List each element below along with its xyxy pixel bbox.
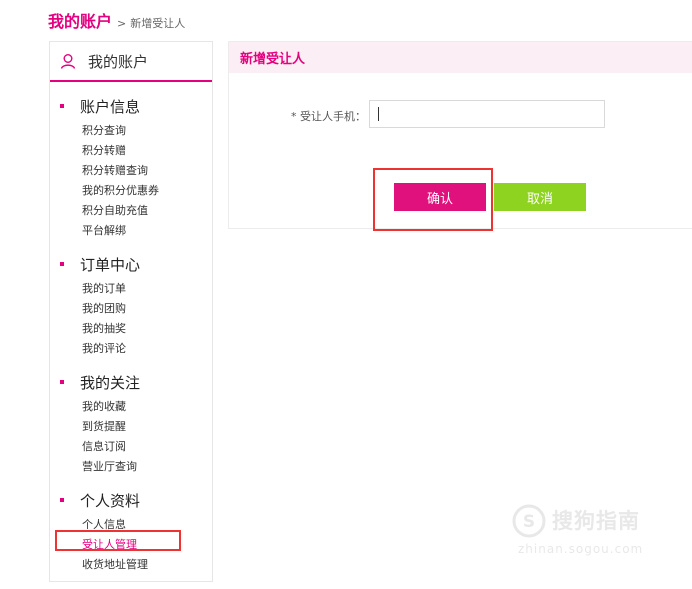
group-title: 我的关注 — [80, 373, 141, 392]
highlight-box-sidebar — [55, 530, 181, 551]
sidebar-item-transfer-query[interactable]: 积分转赠查询 — [50, 161, 212, 181]
group-title: 订单中心 — [80, 255, 141, 274]
svg-text:S: S — [523, 512, 535, 532]
bullet-icon — [60, 498, 64, 502]
sogou-logo-icon: S — [512, 504, 546, 538]
group-title: 账户信息 — [80, 97, 141, 116]
highlight-box-confirm — [373, 168, 493, 231]
watermark-url: zhinan.sogou.com — [518, 542, 644, 556]
bullet-icon — [60, 104, 64, 108]
phone-field-label: * 受让人手机： — [291, 110, 366, 123]
sidebar-item-group-buy[interactable]: 我的团购 — [50, 299, 212, 319]
sidebar-item-store-query[interactable]: 营业厅查询 — [50, 457, 212, 477]
sidebar-item-stock-alerts[interactable]: 到货提醒 — [50, 417, 212, 437]
cancel-button[interactable]: 取消 — [494, 183, 586, 211]
sidebar-item-coupons[interactable]: 我的积分优惠券 — [50, 181, 212, 201]
sidebar-item-points-transfer[interactable]: 积分转赠 — [50, 141, 212, 161]
bullet-icon — [60, 380, 64, 384]
sidebar-item-subscriptions[interactable]: 信息订阅 — [50, 437, 212, 457]
sidebar-item-address-management[interactable]: 收货地址管理 — [50, 555, 212, 575]
sidebar: 我的账户 账户信息 积分查询 积分转赠 积分转赠查询 我的积分优惠券 积分自助充… — [49, 41, 213, 582]
sidebar-item-reviews[interactable]: 我的评论 — [50, 339, 212, 359]
phone-input[interactable] — [369, 100, 605, 128]
text-cursor — [378, 107, 379, 121]
group-title: 个人资料 — [80, 491, 141, 510]
breadcrumb-separator: > — [117, 17, 127, 30]
sidebar-item-unbind[interactable]: 平台解绑 — [50, 221, 212, 241]
sidebar-item-recharge[interactable]: 积分自助充值 — [50, 201, 212, 221]
bullet-icon — [60, 262, 64, 266]
sidebar-title: 我的账户 — [88, 52, 149, 71]
sidebar-item-points-query[interactable]: 积分查询 — [50, 121, 212, 141]
menu-group-orders: 订单中心 我的订单 我的团购 我的抽奖 我的评论 — [50, 253, 212, 359]
sidebar-item-favorites[interactable]: 我的收藏 — [50, 397, 212, 417]
panel-title: 新增受让人 — [229, 42, 692, 73]
watermark: S 搜狗指南 zhinan.sogou.com — [512, 502, 682, 562]
breadcrumb: 我的账户 > 新增受让人 — [48, 8, 186, 32]
watermark-text: 搜狗指南 — [552, 509, 640, 533]
user-icon — [60, 53, 76, 69]
breadcrumb-root[interactable]: 我的账户 — [48, 8, 112, 32]
breadcrumb-current: 新增受让人 — [130, 17, 186, 30]
sidebar-header: 我的账户 — [50, 42, 212, 82]
sidebar-item-my-orders[interactable]: 我的订单 — [50, 279, 212, 299]
menu-group-account: 账户信息 积分查询 积分转赠 积分转赠查询 我的积分优惠券 积分自助充值 平台解… — [50, 95, 212, 241]
menu-group-following: 我的关注 我的收藏 到货提醒 信息订阅 营业厅查询 — [50, 371, 212, 477]
sidebar-item-lottery[interactable]: 我的抽奖 — [50, 319, 212, 339]
